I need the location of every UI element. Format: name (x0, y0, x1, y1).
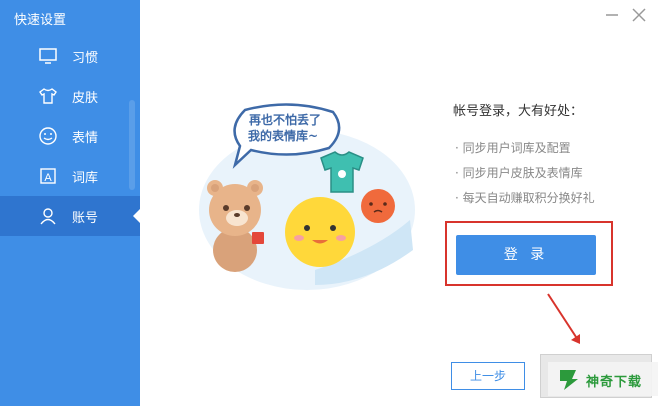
previous-step-button[interactable]: 上一步 (451, 362, 525, 390)
sidebar-scrollbar[interactable] (124, 0, 140, 406)
sidebar-item-label: 习惯 (72, 51, 99, 66)
sidebar: 快速设置 习惯 皮肤 表情 A 词库 账号 (0, 0, 140, 406)
sidebar-item-label: 皮肤 (72, 91, 99, 106)
promo-title: 帐号登录，大有好处： (453, 104, 584, 119)
watermark-text: 神奇下载 (586, 375, 643, 390)
letter-a-icon: A (40, 168, 56, 184)
user-icon (40, 208, 56, 225)
benefit-item: · 每天自动赚取积分换好礼 (455, 191, 595, 205)
svg-text:A: A (44, 172, 52, 184)
sidebar-item-account[interactable]: 账号 (0, 196, 140, 236)
sidebar-item-label: 账号 (72, 211, 99, 226)
settings-window: 快速设置 习惯 皮肤 表情 A 词库 账号 再也不怕丢了 我的表情库~ 帐号登录… (0, 0, 659, 406)
sidebar-item-habits[interactable]: 习惯 (0, 36, 140, 76)
mascot-illustration: 再也不怕丢了 我的表情库~ (199, 103, 415, 290)
sidebar-item-label: 表情 (72, 131, 99, 146)
app-title: 快速设置 (14, 13, 67, 28)
sidebar-item-skins[interactable]: 皮肤 (0, 76, 140, 116)
scrollbar-thumb[interactable] (129, 100, 135, 190)
benefit-item: · 同步用户词库及配置 (455, 141, 571, 155)
sidebar-item-dictionary[interactable]: A 词库 (0, 156, 140, 196)
annotation-arrow (547, 293, 580, 344)
sidebar-item-label: 词库 (72, 171, 99, 186)
smiley-icon (39, 127, 57, 145)
tshirt-icon (39, 88, 57, 104)
monitor-icon (39, 48, 57, 64)
login-button[interactable]: 登 录 (456, 235, 596, 275)
benefit-item: · 同步用户皮肤及表情库 (455, 166, 583, 180)
speech-line-1: 再也不怕丢了 (249, 112, 321, 127)
close-icon[interactable] (630, 6, 648, 24)
minimize-icon[interactable] (603, 6, 621, 24)
speech-line-2: 我的表情库~ (248, 128, 318, 143)
sidebar-item-emoji[interactable]: 表情 (0, 116, 140, 156)
